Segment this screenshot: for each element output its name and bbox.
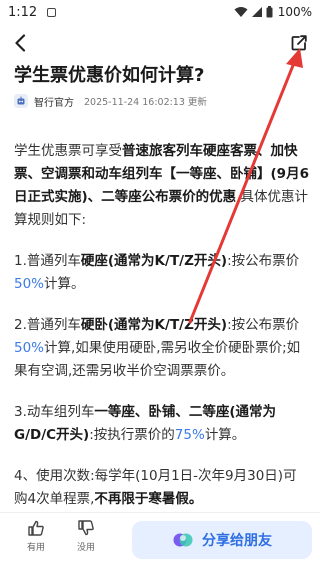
nav-bar (0, 26, 320, 60)
battery-icon (266, 6, 273, 18)
text: 2.普通列车 (14, 317, 81, 333)
rule-1: 1.普通列车硬座(通常为K/T/Z开头):按公布票价 50%计算。 (14, 250, 309, 296)
thumbs-up-icon (28, 520, 44, 536)
bold-text: 硬座(通常为K/T/Z开头) (80, 253, 228, 269)
text: 3.动车组列车 (14, 404, 95, 420)
text: :按公布票价 (227, 317, 300, 333)
text: 计算。 (44, 276, 85, 292)
discount-value: 75% (174, 427, 205, 443)
discount-value: 50% (14, 340, 45, 356)
useful-label: 有用 (26, 543, 45, 553)
wifi-icon (234, 7, 248, 17)
page-title: 学生票优惠价如何计算? (14, 65, 205, 86)
bold-text: 不再限于寒暑假。 (94, 491, 203, 507)
rule-4: 4、使用次数:每学年(10月1日-次年9月30日)可购4次单程票,不再限于寒暑假… (14, 465, 309, 511)
discount-value: 50% (14, 276, 45, 292)
update-time: 2025-11-24 16:02:13 更新 (84, 97, 207, 108)
rule-3: 3.动车组列车一等座、卧铺、二等座(通常为G/D/C开头):按执行票价的75%计… (14, 401, 309, 447)
share-button[interactable] (286, 30, 312, 56)
text: 学生优惠票可享受 (14, 143, 122, 159)
chevron-left-icon (15, 34, 26, 52)
text: :按执行票价的 (89, 427, 175, 443)
text: 1.普通列车 (14, 253, 81, 269)
rule-2: 2.普通列车硬卧(通常为K/T/Z开头):按公布票价 50%计算,如果使用硬卧,需… (14, 314, 309, 383)
notification-icon (47, 7, 57, 17)
share-icon (291, 35, 307, 51)
thumbs-down-icon (78, 520, 94, 536)
text: 计算。 (204, 427, 246, 443)
useless-label: 没用 (76, 543, 95, 553)
back-button[interactable] (8, 30, 32, 56)
article-body: 学生优惠票可享受普速旅客列车硬座客票、加快票、空调票和动车组列车【一等座、卧铺】… (14, 140, 309, 529)
robot-icon (17, 96, 25, 105)
bold-text: 硬卧(通常为K/T/Z开头) (80, 317, 228, 333)
bottom-bar: 有用 没用 分享给朋友 (0, 512, 320, 568)
text: 计算,如果使用硬卧,需另收全价硬卧票价;如果有空调,还需另收半价空调票票价。 (14, 340, 301, 379)
status-icons: 100% (234, 5, 312, 19)
useless-button[interactable]: 没用 (68, 519, 104, 563)
signal-icon (251, 7, 262, 17)
share-friends-icon (173, 533, 193, 547)
avatar (14, 94, 28, 108)
share-to-friends-label: 分享给朋友 (202, 533, 272, 549)
author-name[interactable]: 智行官方 (34, 94, 74, 109)
text: :按公布票价 (227, 253, 300, 269)
battery-level: 100% (277, 5, 312, 19)
intro-paragraph: 学生优惠票可享受普速旅客列车硬座客票、加快票、空调票和动车组列车【一等座、卧铺】… (14, 140, 309, 232)
share-to-friends-button[interactable]: 分享给朋友 (132, 521, 312, 559)
status-bar: 1:12 100% (0, 0, 320, 24)
article-meta: 智行官方 2025-11-24 16:02:13 更新 (14, 92, 207, 110)
useful-button[interactable]: 有用 (18, 519, 54, 563)
status-time: 1:12 (8, 4, 38, 20)
